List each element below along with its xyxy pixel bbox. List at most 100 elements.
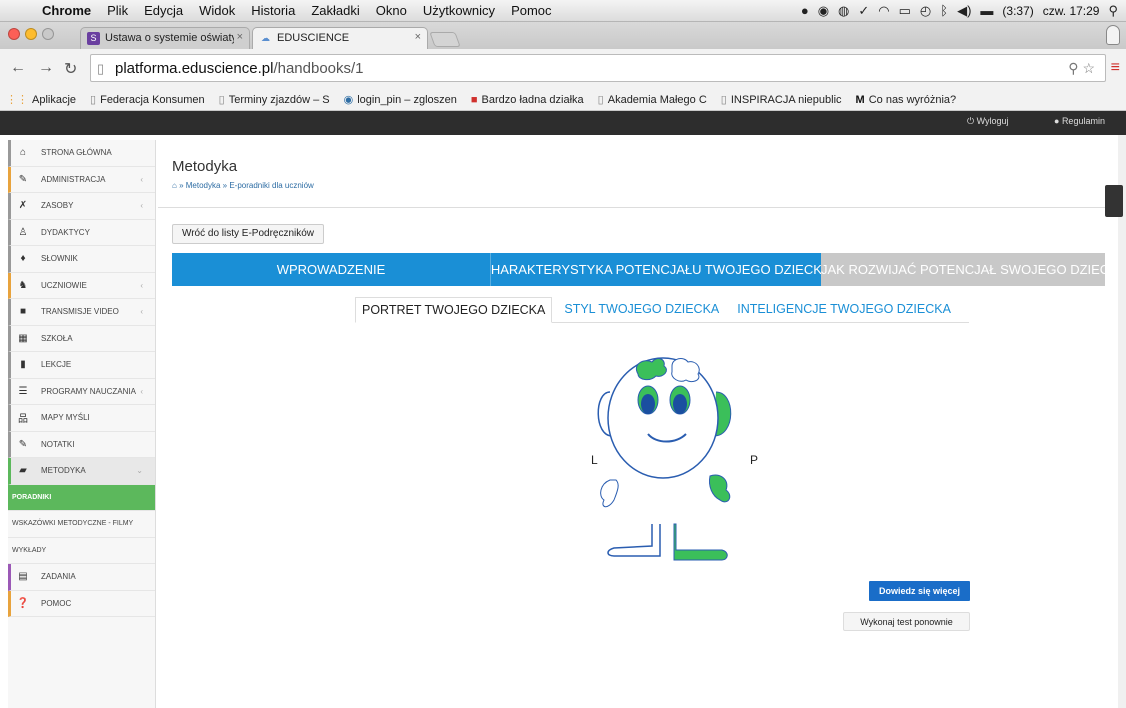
- tab-eduscience[interactable]: ☁ EDUSCIENCE ×: [252, 27, 428, 49]
- sidebar-subitem-poradniki[interactable]: PORADNIKI: [8, 484, 155, 511]
- back-to-list-button[interactable]: Wróć do listy E-Podręczników: [172, 224, 324, 244]
- side-phone-widget-icon[interactable]: [1105, 185, 1123, 217]
- bookmark-login-pin[interactable]: ◉ login_pin – zgloszen: [344, 93, 457, 107]
- back-arrow-icon[interactable]: ←: [10, 59, 26, 77]
- bookmark-terminy[interactable]: ▯ Terminy zjazdów – S: [219, 93, 330, 107]
- video-icon: ■: [19, 306, 27, 318]
- s-favicon-icon: S: [87, 32, 100, 45]
- home-icon[interactable]: ⌂: [172, 181, 179, 190]
- sidebar-item-pomoc[interactable]: ❓ POMOC: [8, 590, 155, 617]
- menu-widok[interactable]: Widok: [191, 3, 243, 18]
- page-icon: ▯: [97, 61, 105, 76]
- menu-edycja[interactable]: Edycja: [136, 3, 191, 18]
- reload-icon[interactable]: ↻: [64, 59, 77, 79]
- battery-time: (3:37): [1002, 3, 1034, 18]
- spotlight-search-icon[interactable]: ⚲: [1108, 3, 1118, 19]
- calendar-icon: ▤: [18, 571, 28, 583]
- status-app2-icon[interactable]: ◉: [818, 3, 829, 19]
- status-app-icon[interactable]: ●: [801, 3, 809, 18]
- tab-charakterystyka[interactable]: CHARAKTERYSTYKA POTENCJAŁU TWOJEGO DZIEC…: [490, 253, 821, 286]
- learn-more-button[interactable]: Dowiedz się więcej: [869, 581, 970, 601]
- divider: [158, 207, 1126, 208]
- tab-wprowadzenie[interactable]: WPROWADZENIE: [172, 253, 490, 286]
- home-icon: ⌂: [19, 147, 27, 159]
- close-tab-icon[interactable]: ×: [415, 31, 421, 43]
- address-bar[interactable]: ▯ platforma.eduscience.pl/handbooks/1 ⚲ …: [90, 54, 1106, 82]
- volume-icon[interactable]: ◀): [957, 3, 971, 19]
- page-icon: ▯: [597, 94, 604, 106]
- battery-icon[interactable]: ▬: [980, 3, 993, 18]
- forward-arrow-icon[interactable]: →: [38, 59, 54, 77]
- sidebar-item-zadania[interactable]: ▤ ZADANIA: [8, 564, 155, 591]
- scrollbar[interactable]: [1118, 135, 1126, 708]
- tab-strip: S Ustawa o systemie oświaty × ☁ EDUSCIEN…: [0, 22, 1126, 49]
- subtab-portret[interactable]: PORTRET TWOJEGO DZIECKA: [355, 297, 553, 323]
- sidebar-item-slownik[interactable]: ♦ SŁOWNIK: [8, 246, 155, 273]
- sidebar-item-administracja[interactable]: ✎ ADMINISTRACJA ‹: [8, 166, 155, 193]
- subtab-inteligencje[interactable]: INTELIGENCJE TWOJEGO DZIECKA: [731, 296, 957, 322]
- sidebar-item-transmisje[interactable]: ■ TRANSMISJE VIDEO ‹: [8, 299, 155, 326]
- question-icon: ❓: [16, 597, 30, 609]
- retake-test-button[interactable]: Wykonaj test ponownie: [843, 612, 970, 631]
- menu-historia[interactable]: Historia: [243, 3, 303, 18]
- tab-jak-rozwijac[interactable]: JAK ROZWIJAĆ POTENCJAŁ SWOJEGO DZIECKA?: [821, 253, 1105, 286]
- checkmark-icon[interactable]: ✓: [858, 3, 869, 19]
- sidebar-item-szkola[interactable]: ▦ SZKOŁA: [8, 325, 155, 352]
- menu-app-name[interactable]: Chrome: [34, 3, 99, 18]
- bluetooth-icon[interactable]: ᛒ: [940, 3, 948, 18]
- zoom-icon[interactable]: ⚲ ☆: [1068, 60, 1095, 77]
- menu-okno[interactable]: Okno: [368, 3, 415, 18]
- sidebar-item-dydaktycy[interactable]: ♙ DYDAKTYCY: [8, 219, 155, 246]
- tab-ustawa[interactable]: S Ustawa o systemie oświaty ×: [80, 27, 250, 49]
- window-controls: [8, 28, 54, 40]
- sidebar-item-programy[interactable]: ☰ PROGRAMY NAUCZANIA ‹: [8, 378, 155, 405]
- apps-grid-icon: ⋮⋮: [6, 94, 28, 106]
- tools-icon: ✗: [18, 200, 28, 212]
- chevron-icon: ‹: [140, 174, 143, 184]
- logout-link[interactable]: ⏻ Wyloguj: [967, 116, 1009, 127]
- sidebar-subitem-wyklady[interactable]: WYKŁADY: [8, 538, 155, 564]
- close-window-icon[interactable]: [8, 28, 20, 40]
- minimize-window-icon[interactable]: [25, 28, 37, 40]
- sidebar-item-notatki[interactable]: ✎ NOTATKI: [8, 431, 155, 458]
- new-tab-button[interactable]: [429, 32, 461, 47]
- close-tab-icon[interactable]: ×: [233, 31, 243, 43]
- profile-icon[interactable]: [1106, 25, 1120, 45]
- clock[interactable]: czw. 17:29: [1043, 4, 1100, 18]
- menu-zakladki[interactable]: Zakładki: [303, 3, 367, 18]
- chevron-icon: ‹: [140, 201, 143, 211]
- menu-uzytkownicy[interactable]: Użytkownicy: [415, 3, 503, 18]
- time-machine-icon[interactable]: ◴: [920, 3, 931, 19]
- pin-icon: ♦: [20, 253, 26, 265]
- url-text[interactable]: platforma.eduscience.pl/handbooks/1: [115, 60, 364, 77]
- terms-link[interactable]: ● Regulamin: [1054, 116, 1105, 126]
- bookmark-dzialka[interactable]: ■ Bardzo ładna działka: [471, 94, 584, 106]
- subsection-tabs: PORTRET TWOJEGO DZIECKA STYL TWOJEGO DZI…: [355, 297, 969, 323]
- bookmark-inspiracja[interactable]: ▯ INSPIRACJA niepublic: [721, 93, 842, 107]
- display-icon[interactable]: ▭: [899, 3, 911, 19]
- sidebar-subitem-wskazowki[interactable]: WSKAZÓWKI METODYCZNE - FILMY: [8, 511, 155, 538]
- right-pupil: [673, 394, 687, 414]
- bookmark-apps[interactable]: ⋮⋮ Aplikacje: [6, 93, 76, 107]
- subtab-styl[interactable]: STYL TWOJEGO DZIECKA: [558, 296, 725, 322]
- status-app3-icon[interactable]: ◍: [838, 3, 849, 19]
- bookmark-co-nas[interactable]: M Co nas wyróżnia?: [856, 94, 957, 106]
- sidebar-item-metodyka[interactable]: ▰ METODYKA ⌄: [8, 458, 155, 485]
- wifi-icon[interactable]: ◠: [878, 3, 889, 19]
- right-leg: [673, 523, 728, 561]
- sidebar-item-zasoby[interactable]: ✗ ZASOBY ‹: [8, 193, 155, 220]
- chrome-menu-icon[interactable]: ≡: [1111, 59, 1120, 77]
- menu-plik[interactable]: Plik: [99, 3, 136, 18]
- maximize-window-icon[interactable]: [42, 28, 54, 40]
- list-icon: ☰: [18, 385, 28, 397]
- sidebar-item-uczniowie[interactable]: ♞ UCZNIOWIE ‹: [8, 272, 155, 299]
- menu-pomoc[interactable]: Pomoc: [503, 3, 559, 18]
- book-icon: ▮: [20, 359, 26, 371]
- sidebar-item-mapy[interactable]: 品 MAPY MYŚLI: [8, 405, 155, 432]
- sidebar-item-strona-glowna[interactable]: ⌂ STRONA GŁÓWNA: [8, 140, 155, 167]
- bookmark-akademia[interactable]: ▯ Akademia Małego C: [597, 93, 707, 107]
- breadcrumb[interactable]: ⌂ » Metodyka » E-poradniki dla uczniów: [172, 181, 314, 190]
- sidebar-item-lekcje[interactable]: ▮ LEKCJE: [8, 352, 155, 379]
- chevron-down-icon: ⌄: [136, 466, 143, 476]
- bookmark-federacja[interactable]: ▯ Federacja Konsumen: [90, 93, 205, 107]
